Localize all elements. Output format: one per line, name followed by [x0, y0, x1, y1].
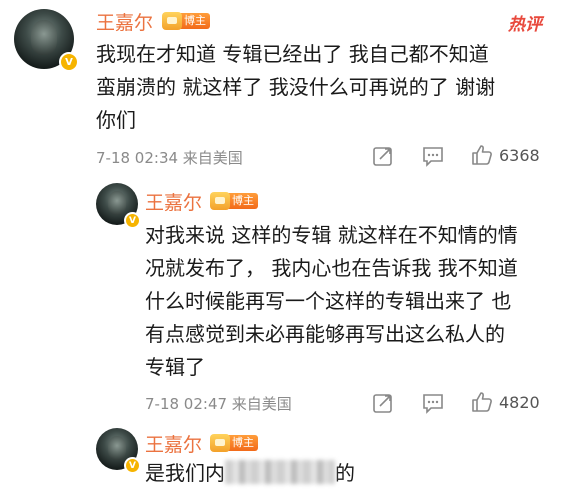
crown-icon — [210, 192, 230, 210]
thumbs-up-icon — [472, 392, 492, 412]
comment-meta: 7-18 02:34 来自美国 — [96, 149, 243, 167]
share-button[interactable] — [372, 392, 394, 414]
comment-text: 我现在才知道 专辑已经出了 我自己都不知道 蛮崩溃的 就这样了 我没什么可再说的… — [96, 42, 496, 132]
like-count: 4820 — [499, 392, 540, 412]
share-icon — [373, 147, 392, 166]
redacted-text — [225, 460, 335, 484]
comment-meta: 7-18 02:47 来自美国 — [145, 395, 292, 413]
blogger-badge: 博主 — [210, 434, 258, 452]
username[interactable]: 王嘉尔 — [145, 188, 202, 215]
comment-icon — [423, 147, 443, 167]
share-button[interactable] — [372, 145, 394, 167]
share-icon — [373, 394, 392, 413]
like-button[interactable]: 4820 — [470, 390, 540, 414]
like-button[interactable]: 6368 — [470, 143, 540, 167]
username[interactable]: 王嘉尔 — [96, 8, 153, 35]
blogger-badge: 博主 — [210, 192, 258, 210]
verified-icon: V — [124, 212, 141, 229]
comment-button[interactable] — [421, 145, 445, 167]
like-count: 6368 — [499, 145, 540, 165]
blogger-badge: 博主 — [162, 12, 210, 30]
verified-icon: V — [59, 52, 79, 72]
comment-button[interactable] — [421, 392, 445, 414]
hot-comment-label: 热评 — [508, 15, 542, 35]
thumbs-up-icon — [472, 145, 492, 165]
crown-icon — [162, 12, 182, 30]
comment-text: 是我们内的 — [145, 460, 355, 485]
comment-text: 对我来说 这样的专辑 就这样在不知情的情 况就发布了， 我内心也在告诉我 我不知… — [145, 223, 518, 379]
verified-icon: V — [124, 457, 141, 474]
comment-icon — [423, 394, 443, 414]
username[interactable]: 王嘉尔 — [145, 430, 202, 457]
crown-icon — [210, 434, 230, 452]
